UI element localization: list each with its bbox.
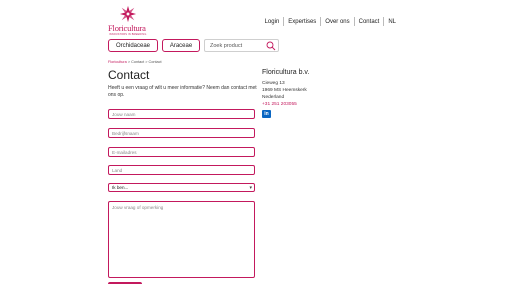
breadcrumb: Floricultura > Contact > Contact: [108, 60, 162, 64]
intro-text: Heeft u een vraag of wilt u meer informa…: [108, 85, 257, 98]
brand-name: Floricultura: [108, 23, 146, 33]
address-city: 1969 MS Heemskerk: [262, 88, 307, 93]
category-orchidaceae-button[interactable]: Orchidaceae: [108, 39, 158, 52]
role-select[interactable]: Ik ben... ▾: [108, 183, 255, 192]
product-search: [204, 39, 279, 52]
nav-over-ons[interactable]: Over ons: [321, 19, 353, 25]
breadcrumb-home[interactable]: Floricultura: [108, 60, 127, 64]
company-name: Floricultura b.v.: [262, 69, 310, 76]
country-field[interactable]: [108, 165, 255, 175]
nav-contact[interactable]: Contact: [355, 19, 384, 25]
address-country: Nederland: [262, 95, 285, 100]
phone-link[interactable]: +31 251 203055: [262, 102, 297, 107]
flower-logo-icon: [119, 5, 137, 23]
top-navigation: Login Expertises Over ons Contact NL: [261, 17, 400, 26]
linkedin-icon[interactable]: in: [262, 110, 271, 118]
chevron-down-icon: ▾: [249, 185, 252, 191]
breadcrumb-current: Contact: [148, 60, 162, 64]
search-input[interactable]: [210, 40, 265, 51]
name-field[interactable]: [108, 109, 255, 119]
category-araceae-button[interactable]: Araceae: [162, 39, 200, 52]
language-switch[interactable]: NL: [384, 19, 400, 25]
company-field[interactable]: [108, 128, 255, 138]
brand-tagline: INNOVATORS IN BREEDING: [109, 33, 147, 36]
breadcrumb-item[interactable]: Contact: [131, 60, 144, 64]
message-field[interactable]: [108, 201, 255, 278]
role-select-value: Ik ben...: [112, 185, 129, 190]
search-icon[interactable]: [266, 41, 276, 51]
page-title: Contact: [108, 68, 150, 82]
nav-login[interactable]: Login: [261, 19, 284, 25]
nav-expertises[interactable]: Expertises: [284, 19, 320, 25]
brand-logo[interactable]: Floricultura INNOVATORS IN BREEDING: [108, 5, 152, 36]
email-field[interactable]: [108, 147, 255, 157]
address-street: Cieweg 13: [262, 81, 285, 86]
